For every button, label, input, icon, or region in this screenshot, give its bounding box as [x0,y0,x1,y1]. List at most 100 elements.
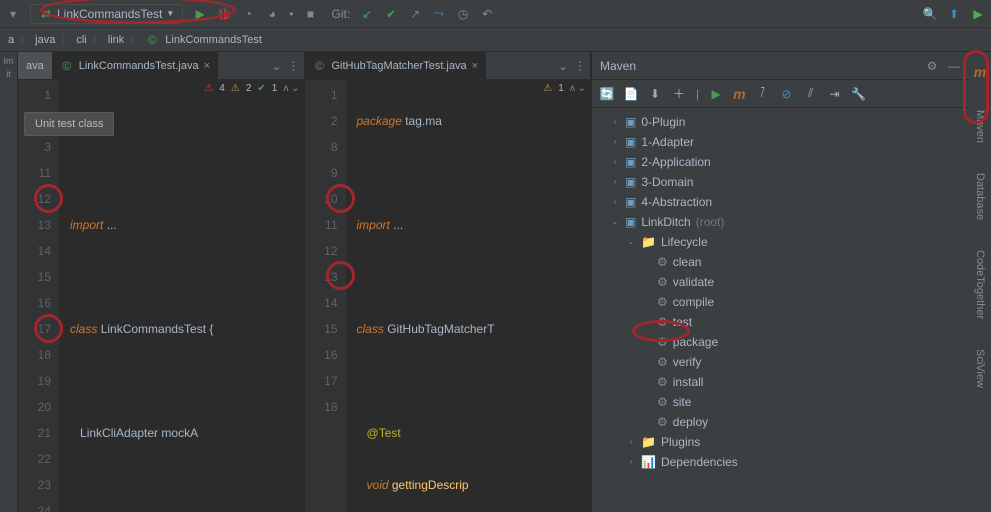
maven-panel: Maven ⚙ — 🔄 📄 ⬇ ＋ | ▶ m ⧶ ⊘ ⫽ ⇥ 🔧 ›▣0-Pl… [591,52,969,512]
chevron-right-icon: 〉 [130,33,139,46]
inspection-bar[interactable]: ⚠1 ʌ ⌄ [543,83,586,94]
left-tool-rail: Im it [0,52,18,512]
tree-lifecycle[interactable]: ⌄📁Lifecycle [592,232,969,252]
class-icon: © [60,59,74,73]
minimize-icon[interactable]: — [947,59,961,73]
profile-icon[interactable]: ◕ [265,7,279,21]
maven-header: Maven ⚙ — [592,52,969,80]
search-icon[interactable]: 🔍 [923,7,937,21]
tree-goal[interactable]: ⚙package [592,332,969,352]
tool-tab-maven[interactable]: Maven [974,110,986,143]
line-gutter[interactable]: 1231112131415161718192021222324 [18,80,60,512]
inspection-bar[interactable]: ⚠4 ⚠2 ✔1 ʌ ⌄ [204,83,299,94]
chevron-down-icon[interactable]: ⌄ [558,59,568,73]
chevron-down-icon[interactable]: ▾ [6,7,20,21]
editor-tab-active[interactable]: © LinkCommandsTest.java × [52,52,218,79]
add-icon[interactable]: ＋ [672,87,686,101]
tree-goal[interactable]: ⚙deploy [592,412,969,432]
test-arrows-icon: ⇄ [39,7,53,21]
sync-icon[interactable]: ⬆ [947,7,961,21]
settings-icon[interactable]: 🔧 [852,87,866,101]
editor-split: ava © LinkCommandsTest.java × ⌄ ⋮ Unit t… [18,52,591,512]
class-icon: © [313,59,327,73]
maven-tree[interactable]: ›▣0-Plugin ›▣1-Adapter ›▣2-Application ›… [592,108,969,512]
breadcrumb-item[interactable]: LinkCommandsTest [165,34,262,46]
tree-module[interactable]: ›▣4-Abstraction [592,192,969,212]
download-icon[interactable]: ⬇ [648,87,662,101]
code-content[interactable]: import ... class LinkCommandsTest { Link… [60,80,215,512]
vcs-update-icon[interactable]: ↙ [360,7,374,21]
vcs-history-icon[interactable]: ⤳ [432,7,446,21]
maven-m-icon[interactable]: m [974,64,986,80]
tree-goal-test[interactable]: ⚙test [592,312,969,332]
chevron-right-icon: 〉 [61,33,70,46]
editor-tab-active[interactable]: © GitHubTagMatcherTest.java × [305,52,487,79]
run-config-selector[interactable]: ⇄ LinkCommandsTest ▼ [30,4,183,24]
maven-m-icon[interactable]: m [733,86,745,102]
run-icon[interactable]: ▶ [193,7,207,21]
breadcrumb-item[interactable]: a [8,34,14,46]
editor-tabs: ava © LinkCommandsTest.java × ⌄ ⋮ [18,52,304,80]
vcs-label: Git: [332,7,351,21]
reload-icon[interactable]: 🔄 [600,87,614,101]
tree-module[interactable]: ›▣0-Plugin [592,112,969,132]
vcs-commit-icon[interactable]: ✔ [384,7,398,21]
line-gutter[interactable]: 12 89101112131415161718 [305,80,347,512]
code-area[interactable]: Unit test class ⚠4 ⚠2 ✔1 ʌ ⌄ 12311121314… [18,80,304,512]
panel-title: Maven [600,59,925,73]
coverage-icon[interactable]: ◔ [241,7,255,21]
tree-goal[interactable]: ⚙install [592,372,969,392]
tree-module[interactable]: ›▣3-Domain [592,172,969,192]
chevron-down-icon[interactable]: ⌄ [271,59,281,73]
collapse-icon[interactable]: ⇥ [828,87,842,101]
more-icon[interactable]: ⋮ [288,59,300,73]
tree-project[interactable]: ⌄▣LinkDitch (root) [592,212,969,232]
tool-tab-codetogether[interactable]: CodeTogether [974,250,986,319]
stop-icon[interactable]: ■ [304,7,318,21]
tree-goal[interactable]: ⚙validate [592,272,969,292]
debug-icon[interactable]: 🐞 [217,7,231,21]
tree-goal[interactable]: ⚙verify [592,352,969,372]
editor-tabs: © GitHubTagMatcherTest.java × ⌄ ⋮ [305,52,591,80]
close-icon[interactable]: × [472,60,478,72]
chevron-right-icon: 〉 [20,33,29,46]
class-icon: © [145,33,159,47]
tree-goal[interactable]: ⚙compile [592,292,969,312]
undo-icon[interactable]: ↶ [480,7,494,21]
tool-tab[interactable]: Im [4,56,14,66]
more-icon[interactable]: ⋮ [574,59,586,73]
tree-module[interactable]: ›▣2-Application [592,152,969,172]
run-icon[interactable]: ▶ [709,87,723,101]
main-toolbar: ▾ ⇄ LinkCommandsTest ▼ ▶ 🐞 ◔ ◕ • ■ Git: … [0,0,991,28]
tree-dependencies[interactable]: ›📊Dependencies [592,452,969,472]
run-config-name: LinkCommandsTest [57,7,162,21]
offline-icon[interactable]: ⊘ [780,87,794,101]
skip-tests-icon[interactable]: ⧶ [756,87,770,101]
tool-tab-database[interactable]: Database [974,173,986,220]
vcs-push-icon[interactable]: ↗ [408,7,422,21]
tree-goal[interactable]: ⚙site [592,392,969,412]
tool-tab[interactable]: it [6,69,11,79]
codetogether-icon[interactable]: ▶ [971,7,985,21]
close-icon[interactable]: × [204,60,210,72]
code-content[interactable]: package tag.ma import ... class GitHubTa… [347,80,495,512]
tree-goal[interactable]: ⚙clean [592,252,969,272]
breadcrumb-item[interactable]: cli [76,34,86,46]
breadcrumb-item[interactable]: java [35,34,55,46]
generate-icon[interactable]: 📄 [624,87,638,101]
right-tool-rail: m Maven Database CodeTogether SciView [969,52,991,512]
tree-plugins[interactable]: ›📁Plugins [592,432,969,452]
diagram-icon[interactable]: ⫽ [804,87,818,101]
main-area: Im it ava © LinkCommandsTest.java × ⌄ ⋮ [0,52,991,512]
tool-tab-sciview[interactable]: SciView [974,349,986,388]
editor-tab[interactable]: ava [18,52,52,79]
code-area[interactable]: ⚠1 ʌ ⌄ 12 89101112131415161718 package t… [305,80,591,512]
gear-icon[interactable]: ⚙ [925,59,939,73]
breadcrumb: a 〉 java 〉 cli 〉 link 〉 © LinkCommandsTe… [0,28,991,52]
tree-module[interactable]: ›▣1-Adapter [592,132,969,152]
chevron-right-icon: 〉 [93,33,102,46]
editor-right: © GitHubTagMatcherTest.java × ⌄ ⋮ ⚠1 ʌ ⌄… [305,52,592,512]
clock-icon[interactable]: ◷ [456,7,470,21]
chevron-down-icon: ▼ [166,9,174,18]
breadcrumb-item[interactable]: link [108,34,125,46]
